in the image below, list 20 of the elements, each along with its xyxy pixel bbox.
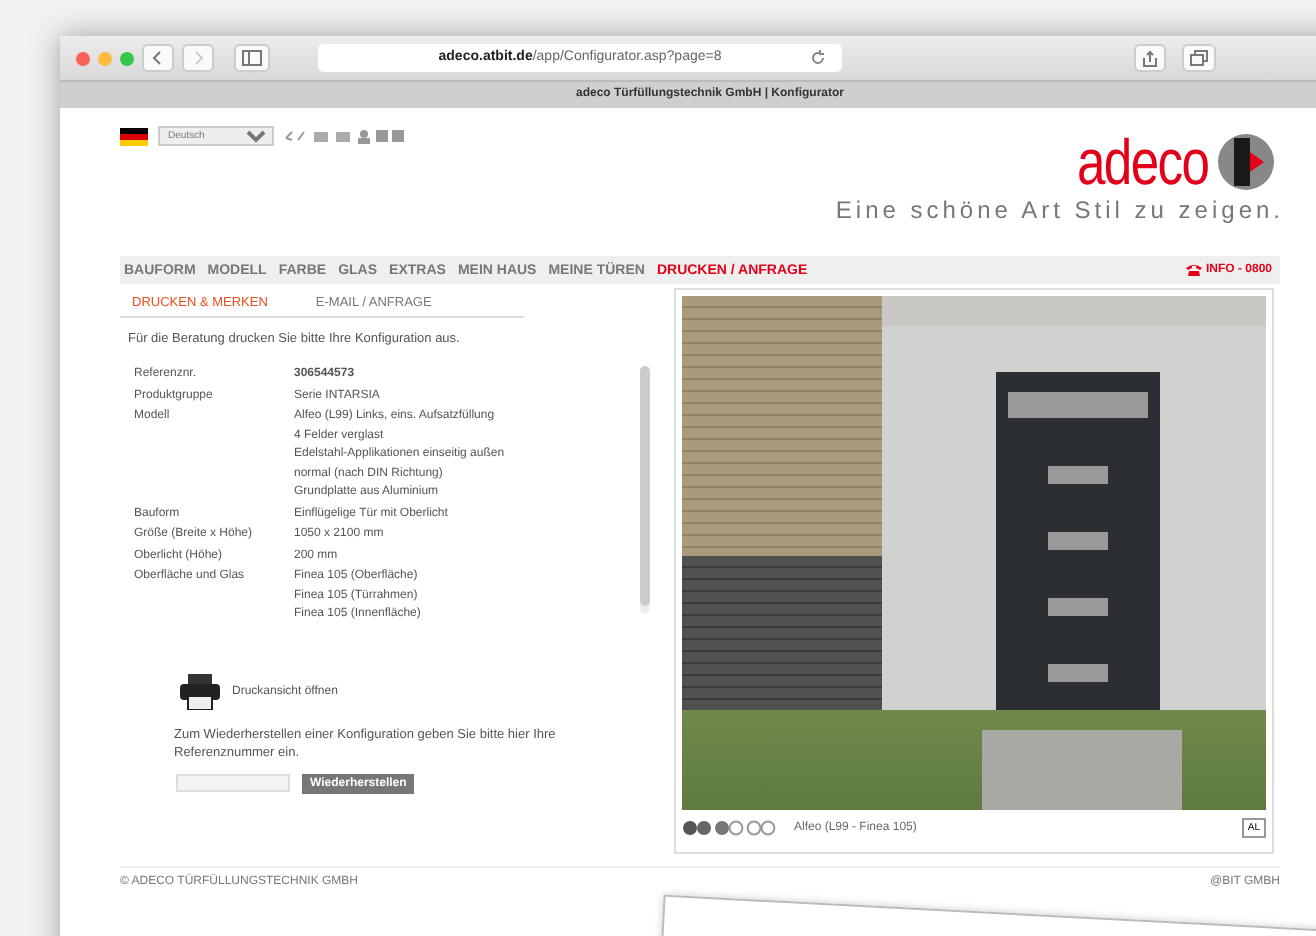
share-button[interactable] — [1134, 44, 1166, 72]
phone-icon — [1185, 264, 1202, 276]
sidebar-button[interactable] — [234, 44, 270, 72]
back-button[interactable] — [142, 44, 174, 72]
tabs-icon — [1190, 50, 1208, 66]
logo-icon — [1216, 132, 1276, 192]
toolbar-icons-drawing[interactable] — [284, 128, 404, 144]
forward-icon — [190, 50, 206, 66]
share-icon — [1142, 49, 1158, 67]
flag-icon[interactable] — [120, 127, 148, 145]
tabs-button[interactable] — [1182, 44, 1216, 72]
back-icon — [150, 50, 166, 66]
zoom-icon[interactable] — [120, 51, 134, 65]
tagline: Eine schöne Art Stil zu zeigen. — [835, 196, 1284, 224]
reference-number-field[interactable] — [176, 774, 290, 792]
reload-icon[interactable] — [810, 50, 826, 66]
logo-wordmark: adeco — [1076, 132, 1208, 192]
close-icon[interactable] — [76, 51, 90, 65]
sidebar-icon — [242, 50, 262, 66]
printer-icon[interactable] — [180, 674, 220, 710]
